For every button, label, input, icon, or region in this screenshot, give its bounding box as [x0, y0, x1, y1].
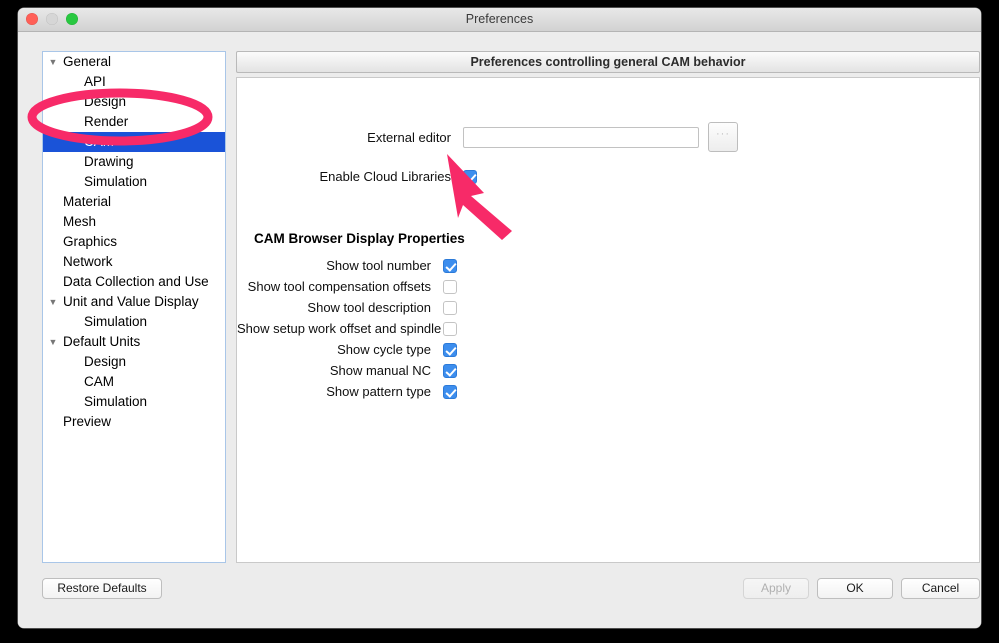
sidebar-item-label: Data Collection and Use: [63, 274, 209, 289]
sidebar-item-label: Simulation: [84, 174, 148, 189]
sidebar-item-label: Simulation: [84, 314, 148, 329]
sidebar-item-simulation[interactable]: Simulation: [43, 392, 225, 412]
sidebar-item-label: Drawing: [84, 154, 134, 169]
enable-cloud-libraries-label: Enable Cloud Libraries: [319, 169, 451, 184]
sidebar-item-label: Render: [84, 114, 129, 129]
sidebar-item-graphics[interactable]: Graphics: [43, 232, 225, 252]
title-bar: Preferences: [18, 8, 981, 32]
preferences-window: Preferences ▼ General API Design Render CAM Dr…: [18, 8, 981, 628]
cam-browser-checkbox-label: Show tool number: [326, 258, 431, 273]
sidebar-item-api[interactable]: API: [43, 72, 225, 92]
sidebar-item-default-units[interactable]: ▼ Default Units: [43, 332, 225, 352]
cam-browser-section-title: CAM Browser Display Properties: [254, 231, 465, 246]
disclosure-triangle-icon[interactable]: ▼: [43, 292, 63, 312]
sidebar-item-network[interactable]: Network: [43, 252, 225, 272]
cam-browser-checkbox-show-tool-compensation-offsets[interactable]: [443, 279, 457, 294]
panel-header-title: Preferences controlling general CAM beha…: [236, 51, 980, 73]
sidebar-item-material[interactable]: Material: [43, 192, 225, 212]
sidebar-item-cam[interactable]: CAM: [43, 372, 225, 392]
cam-browser-checkbox-row: Show tool compensation offsets: [237, 276, 979, 297]
cam-browser-checkbox-list: Show tool number Show tool compensation o…: [237, 255, 979, 402]
cam-browser-checkbox-label: Show cycle type: [337, 342, 431, 357]
cam-browser-checkbox-label: Show setup work offset and spindle: [237, 321, 442, 336]
cam-browser-checkbox-row: Show tool description: [237, 297, 979, 318]
external-editor-input[interactable]: [463, 126, 699, 148]
sidebar-item-data-collection-and-use[interactable]: Data Collection and Use: [43, 272, 225, 292]
browse-button[interactable]: ···: [708, 122, 738, 152]
sidebar-item-label: API: [84, 74, 106, 89]
cam-browser-checkbox-row: Show manual NC: [237, 360, 979, 381]
cam-browser-checkbox-show-pattern-type[interactable]: [443, 384, 457, 399]
sidebar-item-label: Simulation: [84, 394, 148, 409]
external-editor-label: External editor: [367, 129, 451, 145]
sidebar-item-simulation[interactable]: Simulation: [43, 312, 225, 332]
sidebar-item-render[interactable]: Render: [43, 112, 225, 132]
cam-browser-checkbox-label: Show pattern type: [326, 384, 431, 399]
sidebar-item-drawing[interactable]: Drawing: [43, 152, 225, 172]
cam-browser-checkbox-show-cycle-type[interactable]: [443, 342, 457, 357]
sidebar-item-design[interactable]: Design: [43, 352, 225, 372]
sidebar-item-label: Preview: [63, 414, 112, 429]
sidebar-item-label: Unit and Value Display: [63, 294, 199, 309]
sidebar-item-mesh[interactable]: Mesh: [43, 212, 225, 232]
enable-cloud-libraries-checkbox[interactable]: [463, 169, 477, 184]
cancel-button[interactable]: Cancel: [901, 578, 980, 599]
window-title: Preferences: [465, 12, 534, 26]
preferences-tree[interactable]: ▼ General API Design Render CAM Drawing Simulat…: [42, 51, 226, 563]
cam-preferences-panel: External editor ··· Enable Cloud Librari…: [236, 77, 980, 563]
sidebar-item-unit-and-value-display[interactable]: ▼ Unit and Value Display: [43, 292, 225, 312]
cam-browser-checkbox-row: Show setup work offset and spindle: [237, 318, 979, 339]
cam-browser-checkbox-show-setup-work-offset-and-spindle[interactable]: [443, 321, 457, 336]
sidebar-item-cam[interactable]: CAM: [43, 132, 225, 152]
restore-defaults-button[interactable]: Restore Defaults: [42, 578, 162, 599]
sidebar-item-label: Graphics: [63, 234, 118, 249]
sidebar-item-label: Design: [84, 354, 127, 369]
disclosure-triangle-icon[interactable]: ▼: [43, 52, 63, 72]
cam-browser-checkbox-row: Show tool number: [237, 255, 979, 276]
window-body: ▼ General API Design Render CAM Drawing Simulat…: [18, 32, 981, 628]
apply-button[interactable]: Apply: [743, 578, 809, 599]
sidebar-item-general[interactable]: ▼ General: [43, 52, 225, 72]
disclosure-triangle-icon[interactable]: ▼: [43, 332, 63, 352]
cam-browser-checkbox-row: Show pattern type: [237, 381, 979, 402]
cam-browser-checkbox-show-manual-nc[interactable]: [443, 363, 457, 378]
sidebar-item-label: CAM: [84, 374, 114, 389]
sidebar-item-label: Material: [63, 194, 112, 209]
sidebar-item-label: Mesh: [63, 214, 97, 229]
cam-browser-checkbox-show-tool-number[interactable]: [443, 258, 457, 273]
sidebar-item-design[interactable]: Design: [43, 92, 225, 112]
sidebar-item-label: Design: [84, 94, 127, 109]
cam-browser-checkbox-row: Show cycle type: [237, 339, 979, 360]
cam-browser-checkbox-label: Show tool compensation offsets: [247, 279, 431, 294]
sidebar-item-label: Network: [63, 254, 113, 269]
cam-browser-checkbox-label: Show tool description: [307, 300, 431, 315]
sidebar-item-preview[interactable]: Preview: [43, 412, 225, 432]
cam-browser-checkbox-label: Show manual NC: [329, 363, 431, 378]
ok-button[interactable]: OK: [817, 578, 893, 599]
sidebar-item-label: CAM: [84, 134, 114, 149]
external-editor-row: External editor ···: [237, 122, 979, 152]
enable-cloud-libraries-row: Enable Cloud Libraries: [237, 169, 979, 184]
sidebar-item-simulation[interactable]: Simulation: [43, 172, 225, 192]
cam-browser-checkbox-show-tool-description[interactable]: [443, 300, 457, 315]
